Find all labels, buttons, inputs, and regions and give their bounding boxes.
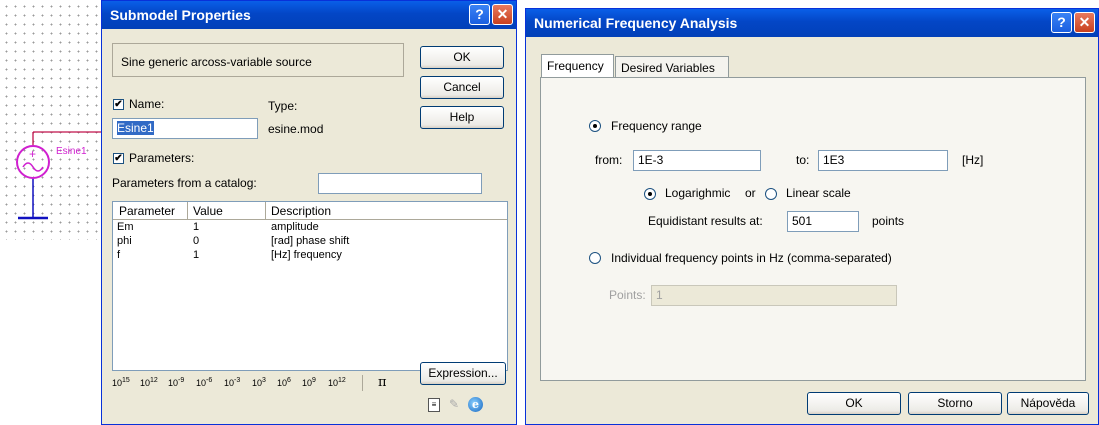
frequency-analysis-window: Numerical Frequency Analysis ? ✕ Frequen… [525,8,1099,425]
points-count-input[interactable]: 501 [787,211,859,232]
param-name: Em [117,221,134,233]
ok-button[interactable]: OK [807,392,901,415]
pi-button[interactable]: π [378,375,387,390]
column-header[interactable]: Value [193,204,223,218]
close-icon[interactable]: ✕ [492,4,513,25]
separator [362,375,363,391]
cancel-button[interactable]: Cancel [420,76,504,99]
catalog-label: Parameters from a catalog: [112,176,257,190]
window-title: Numerical Frequency Analysis [534,15,738,31]
expression-button[interactable]: Expression... [420,362,506,385]
help-button[interactable]: Help [420,106,504,129]
frequency-range-radio[interactable] [589,120,601,132]
power-button[interactable]: 10-3 [224,377,240,388]
power-button[interactable]: 10-6 [196,377,212,388]
web-browser-icon[interactable]: e [468,397,483,412]
catalog-input[interactable] [318,173,482,194]
equidistant-label: Equidistant results at: [648,214,763,228]
component-label: Esine1 [56,146,87,157]
name-label: Name: [129,97,165,111]
model-description: Sine generic arcoss-variable source [112,43,404,77]
power-button[interactable]: 10-9 [168,377,184,388]
logarithmic-label: Logarighmic [665,186,731,200]
help-icon[interactable]: ? [1051,12,1072,33]
tools-icon[interactable]: ✎ [449,397,463,411]
power-buttons: 1015 1012 10-9 10-6 10-3 103 106 109 101… [112,375,402,393]
type-value: esine.mod [268,122,324,136]
parameters-checkbox[interactable]: ✔ [113,153,124,164]
param-value: 1 [193,221,200,233]
name-checkbox[interactable]: ✔ [113,99,124,110]
submodel-properties-window: Submodel Properties ? ✕ Sine generic arc… [101,0,517,425]
frequency-panel: Frequency range from: 1E-3 to: 1E3 [Hz] … [540,77,1086,381]
name-input[interactable]: Esine1 [112,118,258,139]
param-name: phi [117,235,132,247]
table-row[interactable]: phi 0 [rad] phase shift [113,235,507,249]
document-icon[interactable]: ≡ [428,398,440,412]
schematic-canvas: + [16,131,102,220]
linear-scale-label: Linear scale [786,186,851,200]
power-button[interactable]: 1012 [328,377,346,388]
column-header[interactable]: Description [271,204,331,218]
param-description: amplitude [271,221,319,233]
ok-button[interactable]: OK [420,46,504,69]
tab-strip: Frequency Desired Variables [541,54,747,78]
from-input[interactable]: 1E-3 [633,150,761,171]
param-name: f [117,249,121,261]
power-button[interactable]: 103 [252,377,266,388]
table-header: Parameter Value Description [113,202,507,220]
param-value: 1 [193,249,200,261]
column-header[interactable]: Parameter [119,204,175,218]
table-row[interactable]: f 1 [Hz] frequency [113,249,507,263]
from-label: from: [595,153,623,167]
param-description: [Hz] frequency [271,249,342,261]
parameter-table: Parameter Value Description Em 1 amplitu… [112,201,508,371]
tab-frequency[interactable]: Frequency [541,54,614,78]
power-button[interactable]: 109 [302,377,316,388]
tab-desired-variables[interactable]: Desired Variables [615,56,729,78]
power-button[interactable]: 106 [277,377,291,388]
frequency-range-label: Frequency range [611,119,702,133]
napoveda-button[interactable]: Nápověda [1007,392,1089,415]
to-label: to: [796,153,810,167]
logarithmic-radio[interactable] [644,188,656,200]
points-input[interactable]: 1 [651,285,897,306]
to-input[interactable]: 1E3 [818,150,948,171]
svg-text:+: + [29,147,36,161]
storno-button[interactable]: Storno [908,392,1002,415]
individual-points-radio[interactable] [589,252,601,264]
or-label: or [745,186,756,200]
type-label: Type: [268,99,298,113]
individual-points-label: Individual frequency points in Hz (comma… [611,251,892,265]
close-icon[interactable]: ✕ [1074,12,1095,33]
linear-scale-radio[interactable] [765,188,777,200]
power-button[interactable]: 1012 [140,377,158,388]
window-title: Submodel Properties [110,7,251,23]
unit-label: [Hz] [962,153,984,167]
param-description: [rad] phase shift [271,235,350,247]
help-icon[interactable]: ? [469,4,490,25]
points-unit-label: points [872,214,905,228]
power-button[interactable]: 1015 [112,377,130,388]
nfa-title-bar[interactable]: Numerical Frequency Analysis [526,9,1098,37]
parameters-label: Parameters: [129,151,195,165]
points-field-label: Points: [609,288,646,302]
table-row[interactable]: Em 1 amplitude [113,221,507,235]
submodel-title-bar[interactable]: Submodel Properties [102,1,516,29]
name-value: Esine1 [117,121,154,135]
param-value: 0 [193,235,200,247]
